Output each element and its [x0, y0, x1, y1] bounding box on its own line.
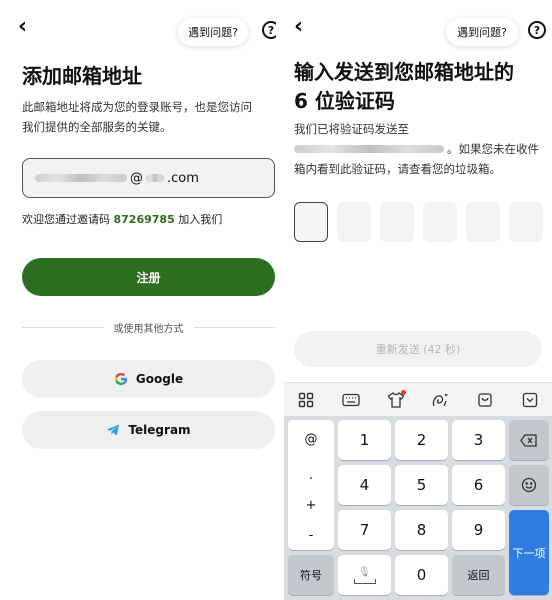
collapse-icon[interactable]	[519, 389, 541, 411]
symbol-key[interactable]: 符号	[288, 555, 334, 595]
ai-swirl-icon[interactable]	[429, 389, 451, 411]
page-description: 此邮箱地址将成为您的登录账号，也是您访问 我们提供的全部服务的关键。	[22, 97, 252, 137]
google-login-button[interactable]: Google	[22, 360, 275, 398]
key-1[interactable]: 1	[338, 420, 391, 460]
description-line: 此邮箱地址将成为您的登录账号，也是您访问	[22, 100, 252, 114]
sent-email-line: 。如果您未在收件	[294, 139, 550, 159]
google-label: Google	[135, 372, 184, 386]
invite-text: 欢迎您通过邀请码 87269785 加入我们	[22, 211, 222, 227]
key-9[interactable]: 9	[452, 510, 505, 550]
keyboard-icon[interactable]	[340, 389, 362, 411]
sent-description: 我们已将验证码发送至 。如果您未在收件 箱内看到此验证码，请查看您的垃圾箱。	[294, 119, 550, 179]
key-7[interactable]: 7	[338, 510, 391, 550]
grid-icon[interactable]	[295, 389, 317, 411]
back-button[interactable]: ‹	[18, 14, 27, 39]
key-3[interactable]: 3	[452, 420, 505, 460]
invite-prefix: 欢迎您通过邀请码	[22, 213, 110, 226]
redacted-email-part	[35, 174, 127, 182]
backspace-icon	[520, 433, 537, 447]
notification-dot	[400, 389, 406, 395]
key-4[interactable]: 4	[338, 465, 391, 505]
sent-line-3: 箱内看到此验证码，请查看您的垃圾箱。	[294, 162, 501, 177]
email-field[interactable]: @ .com	[22, 158, 275, 198]
resend-button[interactable]: 重新发送 (42 秒)	[294, 331, 542, 367]
invite-suffix: 加入我们	[178, 213, 223, 226]
redacted-email	[294, 145, 444, 154]
help-icon[interactable]: ?	[528, 21, 546, 39]
page-title: 添加邮箱地址	[22, 64, 142, 88]
register-button[interactable]: 注册	[22, 258, 275, 296]
back-button[interactable]: ‹	[294, 14, 303, 39]
description-line: 我们提供的全部服务的关键。	[22, 120, 172, 135]
problem-button[interactable]: 遇到问题?	[446, 18, 518, 46]
code-digit-box[interactable]	[466, 202, 500, 242]
code-digit-box[interactable]	[294, 202, 328, 242]
key-0[interactable]: 0	[395, 555, 448, 595]
email-at-sign: @	[130, 170, 143, 186]
page-title: 输入发送到您邮箱地址的 6 位验证码	[294, 58, 514, 116]
code-digit-box[interactable]	[337, 202, 371, 242]
key-plus[interactable]: +	[288, 498, 334, 513]
code-digit-box[interactable]	[509, 202, 543, 242]
key-2[interactable]: 2	[395, 420, 448, 460]
symbol-column[interactable]: @ . + -	[288, 420, 334, 550]
sent-to-label: 我们已将验证码发送至	[294, 122, 409, 136]
code-digit-box[interactable]	[423, 202, 457, 242]
divider	[193, 327, 275, 328]
emoji-key[interactable]	[509, 465, 549, 505]
telegram-login-button[interactable]: Telegram	[22, 411, 275, 449]
key-minus[interactable]: -	[288, 528, 334, 543]
invite-code: 87269785	[113, 213, 175, 226]
email-suffix: .com	[167, 170, 199, 186]
clipboard-icon[interactable]	[474, 389, 496, 411]
telegram-label: Telegram	[128, 423, 191, 437]
telegram-icon	[106, 423, 120, 437]
title-line: 6 位验证码	[294, 89, 395, 113]
alt-login-separator: 或使用其他方式	[22, 320, 275, 335]
sent-line-suffix: 。如果您未在收件	[447, 142, 539, 157]
key-5[interactable]: 5	[395, 465, 448, 505]
key-8[interactable]: 8	[395, 510, 448, 550]
space-key[interactable]: 🎙	[338, 555, 391, 595]
title-line: 输入发送到您邮箱地址的	[294, 60, 514, 84]
google-icon	[114, 372, 128, 386]
divider	[22, 327, 104, 328]
emoji-icon	[521, 477, 537, 493]
separator-text: 或使用其他方式	[113, 324, 184, 335]
code-digit-box[interactable]	[380, 202, 414, 242]
numeric-keyboard: @ . + - 1 2 3 4 5 6 7 8 9 下一项 符号 🎙 0 返回	[284, 416, 552, 600]
key-at[interactable]: @	[288, 432, 334, 447]
keyboard-toolbar	[284, 382, 552, 416]
tshirt-icon[interactable]	[385, 389, 407, 411]
problem-button[interactable]: 遇到问题?	[178, 18, 248, 46]
key-dot[interactable]: .	[288, 468, 334, 483]
backspace-key[interactable]	[509, 420, 549, 460]
microphone-icon: 🎙	[358, 566, 371, 578]
return-key[interactable]: 返回	[452, 555, 505, 595]
redacted-email-domain	[146, 174, 164, 182]
key-6[interactable]: 6	[452, 465, 505, 505]
space-bar-icon	[353, 578, 376, 584]
add-email-screen: ‹ 遇到问题? ? 添加邮箱地址 此邮箱地址将成为您的登录账号，也是您访问 我们…	[0, 0, 280, 600]
screen-divider	[276, 0, 284, 600]
next-key[interactable]: 下一项	[509, 510, 549, 595]
